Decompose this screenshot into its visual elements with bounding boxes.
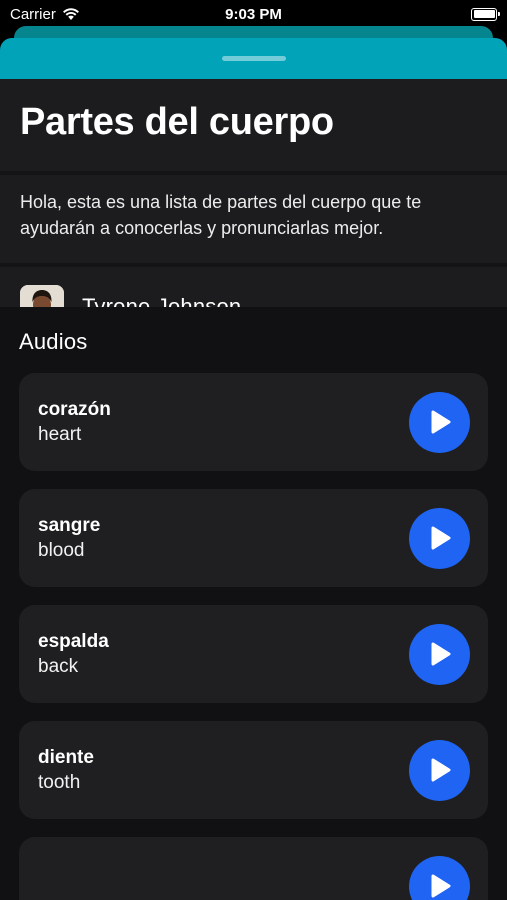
audio-card[interactable]: sangre blood [19,489,488,587]
carrier-label: Carrier [10,5,56,23]
play-button[interactable] [409,507,470,569]
audio-card[interactable]: diente tooth [19,721,488,819]
audio-word: corazón [38,399,111,420]
sheet-grabber[interactable] [221,56,286,61]
status-bar: Carrier 9:03 PM [0,0,507,28]
section-title: Audios [19,329,88,354]
audio-word: diente [38,747,94,768]
play-icon [431,874,450,898]
play-button[interactable] [409,623,470,685]
wifi-icon [62,8,79,20]
description-text: Hola, esta es una lista de partes del cu… [0,175,507,263]
play-button[interactable] [409,391,470,453]
audio-word: espalda [38,631,109,652]
battery-icon [471,7,500,21]
audio-card[interactable]: espalda back [19,605,488,703]
audios-section: Audios corazón heart sangre blood espald… [0,307,507,900]
audio-translation: blood [38,540,85,561]
battery-fill [473,10,495,18]
page-title: Partes del cuerpo [20,101,334,143]
audio-word: sangre [38,515,101,536]
audio-card[interactable] [19,837,488,900]
play-icon [431,758,450,782]
audio-card-text: corazón heart [38,397,111,447]
audio-translation: heart [38,424,82,445]
play-button[interactable] [409,855,470,900]
sheet-header-bar [0,38,507,79]
play-icon [431,642,450,666]
app-screen: Carrier 9:03 PM Partes del cuerpo Hola, … [0,0,507,900]
status-left: Carrier [10,6,80,23]
play-button[interactable] [409,739,470,801]
play-icon [431,410,450,434]
audio-translation: back [38,656,79,677]
audio-card[interactable]: corazón heart [19,373,488,471]
audio-card-text: diente tooth [38,745,94,795]
play-icon [431,526,450,550]
title-section: Partes del cuerpo [0,79,507,171]
audio-card-text: sangre blood [38,513,100,563]
audio-translation: tooth [38,772,81,793]
audio-card-text: espalda back [38,629,109,679]
